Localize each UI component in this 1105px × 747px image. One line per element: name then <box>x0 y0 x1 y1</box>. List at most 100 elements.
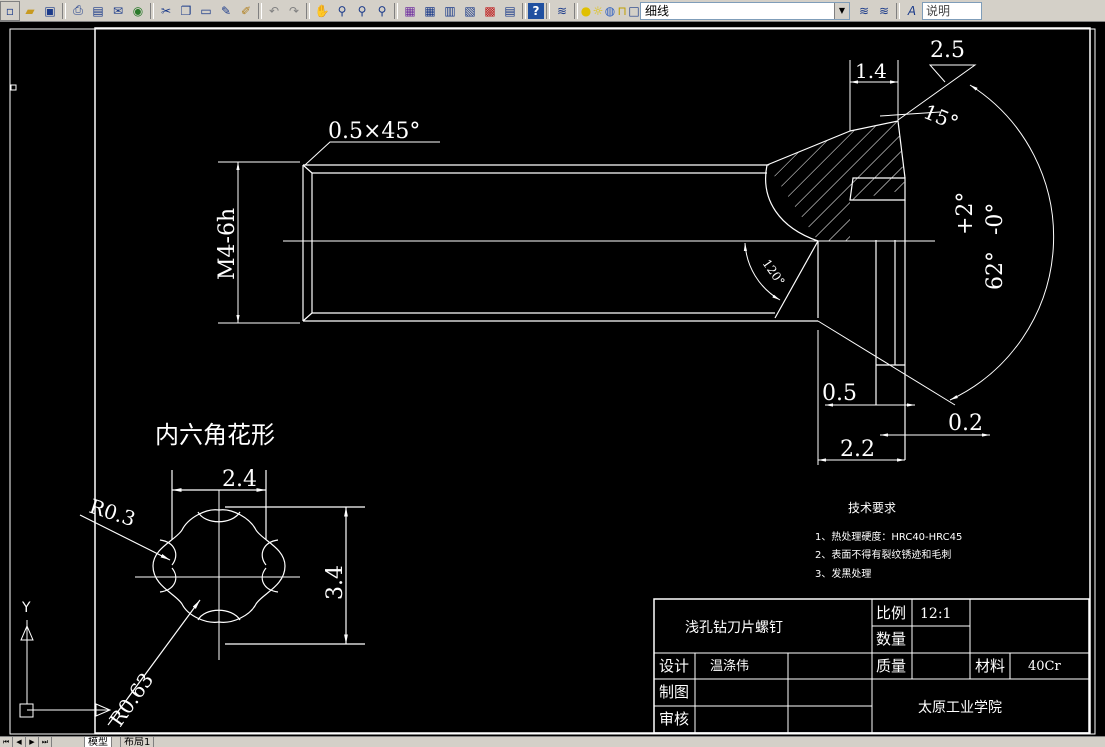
review-label: 审核 <box>659 710 689 728</box>
toolbar-separator <box>150 2 154 19</box>
thread-label: M4-6h <box>215 208 240 280</box>
tech-requirements-title: 技术要求 <box>848 501 896 515</box>
markup-icon[interactable]: ▩ <box>480 1 500 21</box>
dim-2-2-label: 2.2 <box>840 437 875 462</box>
material-label: 材料 <box>975 657 1005 675</box>
dim-2-4-label: 2.4 <box>222 467 257 492</box>
head-hatch-section <box>767 121 905 241</box>
copy-icon[interactable]: ❐ <box>176 1 196 21</box>
layer-manager-icon[interactable]: ≋ <box>552 1 572 21</box>
scale-label: 比例 <box>876 604 906 622</box>
quantity-label: 数量 <box>876 630 906 648</box>
publish-icon[interactable]: ✉ <box>108 1 128 21</box>
tol-62-minus-label: -0° <box>983 203 1008 235</box>
ucs-y-label: Y <box>21 600 31 616</box>
redo-icon[interactable]: ↷ <box>284 1 304 21</box>
grip-square[interactable] <box>10 84 17 91</box>
torx-lobe-bl <box>159 567 177 593</box>
dimension-text: 0.5×45° M4-6h 120° 1.4 2.5 15° 62° +2° -… <box>215 38 1008 462</box>
design-label: 设计 <box>659 657 689 675</box>
title-block-text: 浅孔钻刀片螺钉 比例 12:1 数量 设计 温涤伟 质量 材料 40Cr 制图 … <box>659 604 1061 728</box>
dim-3-4-label: 3.4 <box>323 565 348 600</box>
web-icon[interactable]: ◉ <box>128 1 148 21</box>
paste-icon[interactable]: ▭ <box>196 1 216 21</box>
chamfer-label: 0.5×45° <box>328 119 420 144</box>
save-icon[interactable]: ▣ <box>40 1 60 21</box>
screw-profile <box>283 120 935 460</box>
brush-icon[interactable]: ✐ <box>236 1 256 21</box>
drawing-canvas[interactable]: 0.5×45° M4-6h 120° 1.4 2.5 15° 62° +2° -… <box>0 22 1105 736</box>
dim-2-5-label: 2.5 <box>930 38 965 63</box>
design-center-icon[interactable]: ▦ <box>420 1 440 21</box>
bulb-icon[interactable]: ● <box>580 1 592 21</box>
layer-dropdown-value: 细线 <box>645 4 670 18</box>
chevron-down-icon[interactable]: ▼ <box>834 2 849 19</box>
toolbar-separator <box>522 2 526 19</box>
standard-toolbar: ▫ ▰ ▣ ⎙ ▤ ✉ ◉ ✂ ❐ ▭ ✎ ✐ ↶ ↷ ✋ ⚲ ⚲ ⚲ ▦ ▦ … <box>0 0 1105 22</box>
layer-state-icon[interactable]: ≋ <box>874 1 894 21</box>
properties-icon[interactable]: ▦ <box>400 1 420 21</box>
print-preview-icon[interactable]: ▤ <box>88 1 108 21</box>
torx-lobe-br <box>261 567 279 593</box>
help-icon[interactable]: ? <box>528 2 544 19</box>
lock-icon[interactable]: ⊓ <box>616 1 628 21</box>
freeze-icon[interactable]: ◍ <box>604 1 616 21</box>
open-folder-icon[interactable]: ▰ <box>20 1 40 21</box>
mass-label: 质量 <box>876 657 906 675</box>
designer-name: 温涤伟 <box>710 659 749 674</box>
pan-icon[interactable]: ✋ <box>312 1 332 21</box>
angle-15-label: 15° <box>920 99 962 135</box>
zoom-previous-icon[interactable]: ⚲ <box>372 1 392 21</box>
material-value: 40Cr <box>1028 659 1061 674</box>
match-properties-icon[interactable]: ✎ <box>216 1 236 21</box>
dim-0-5-label: 0.5 <box>822 381 857 406</box>
chamfer-leader <box>304 141 440 166</box>
torx-lobe-tr <box>261 539 279 566</box>
color-square-icon[interactable]: □ <box>628 1 640 21</box>
toolbar-separator <box>306 2 310 19</box>
chamfer-top <box>302 164 313 174</box>
text-style-value: 说明 <box>926 4 951 18</box>
undo-icon[interactable]: ↶ <box>264 1 284 21</box>
dim-0-2-label: 0.2 <box>948 411 983 436</box>
part-name: 浅孔钻刀片螺钉 <box>685 620 783 636</box>
angle-62-arc <box>949 84 1055 401</box>
scale-value: 12:1 <box>920 606 951 622</box>
tech-requirements: 技术要求 1、热处理硬度：HRC40-HRC45 2、表面不得有裂纹锈迹和毛刺 … <box>815 501 962 580</box>
tol-62-plus-label: +2° <box>953 192 978 235</box>
ucs-icon <box>19 620 112 718</box>
toolbar-separator <box>896 2 900 19</box>
tech-requirement-1: 1、热处理硬度：HRC40-HRC45 <box>815 530 962 543</box>
calculator-icon[interactable]: ▤ <box>500 1 520 21</box>
school-name: 太原工业学院 <box>918 700 1002 716</box>
new-file-icon[interactable]: ▫ <box>0 0 20 21</box>
viewport-frame <box>9 28 1096 735</box>
sun-icon[interactable]: ☼ <box>592 1 604 21</box>
tool-palette-icon[interactable]: ▥ <box>440 1 460 21</box>
toolbar-separator <box>546 2 550 19</box>
angle-62-label: 62° <box>983 251 1008 290</box>
sheet-set-icon[interactable]: ▧ <box>460 1 480 21</box>
tech-requirement-3: 3、发黑处理 <box>815 567 871 580</box>
toolbar-separator <box>62 2 66 19</box>
zoom-window-icon[interactable]: ⚲ <box>352 1 372 21</box>
print-icon[interactable]: ⎙ <box>68 1 88 21</box>
angle-120-label: 120° <box>760 257 788 289</box>
layer-dropdown[interactable]: 细线 ▼ <box>640 1 850 20</box>
tech-requirement-2: 2、表面不得有裂纹锈迹和毛刺 <box>815 548 951 561</box>
torx-lobe-tl <box>159 539 177 566</box>
text-style-dropdown[interactable]: 说明 <box>922 1 982 20</box>
section-title: 内六角花形 <box>155 421 275 449</box>
zoom-realtime-icon[interactable]: ⚲ <box>332 1 352 21</box>
dim-1-4-label: 1.4 <box>855 59 887 83</box>
text-style-icon[interactable]: A <box>902 1 922 21</box>
drawing-border <box>94 27 1091 734</box>
toolbar-separator <box>258 2 262 19</box>
toolbar-separator <box>394 2 398 19</box>
layer-previous-icon[interactable]: ≋ <box>854 1 874 21</box>
toolbar-separator <box>574 2 578 19</box>
cut-icon[interactable]: ✂ <box>156 1 176 21</box>
layout-tab-bar: ⏮ ◀ ▶ ⏭ 模型 布局1 <box>0 736 1105 747</box>
chamfer-bottom <box>302 312 313 322</box>
drawing-label: 制图 <box>659 683 689 701</box>
